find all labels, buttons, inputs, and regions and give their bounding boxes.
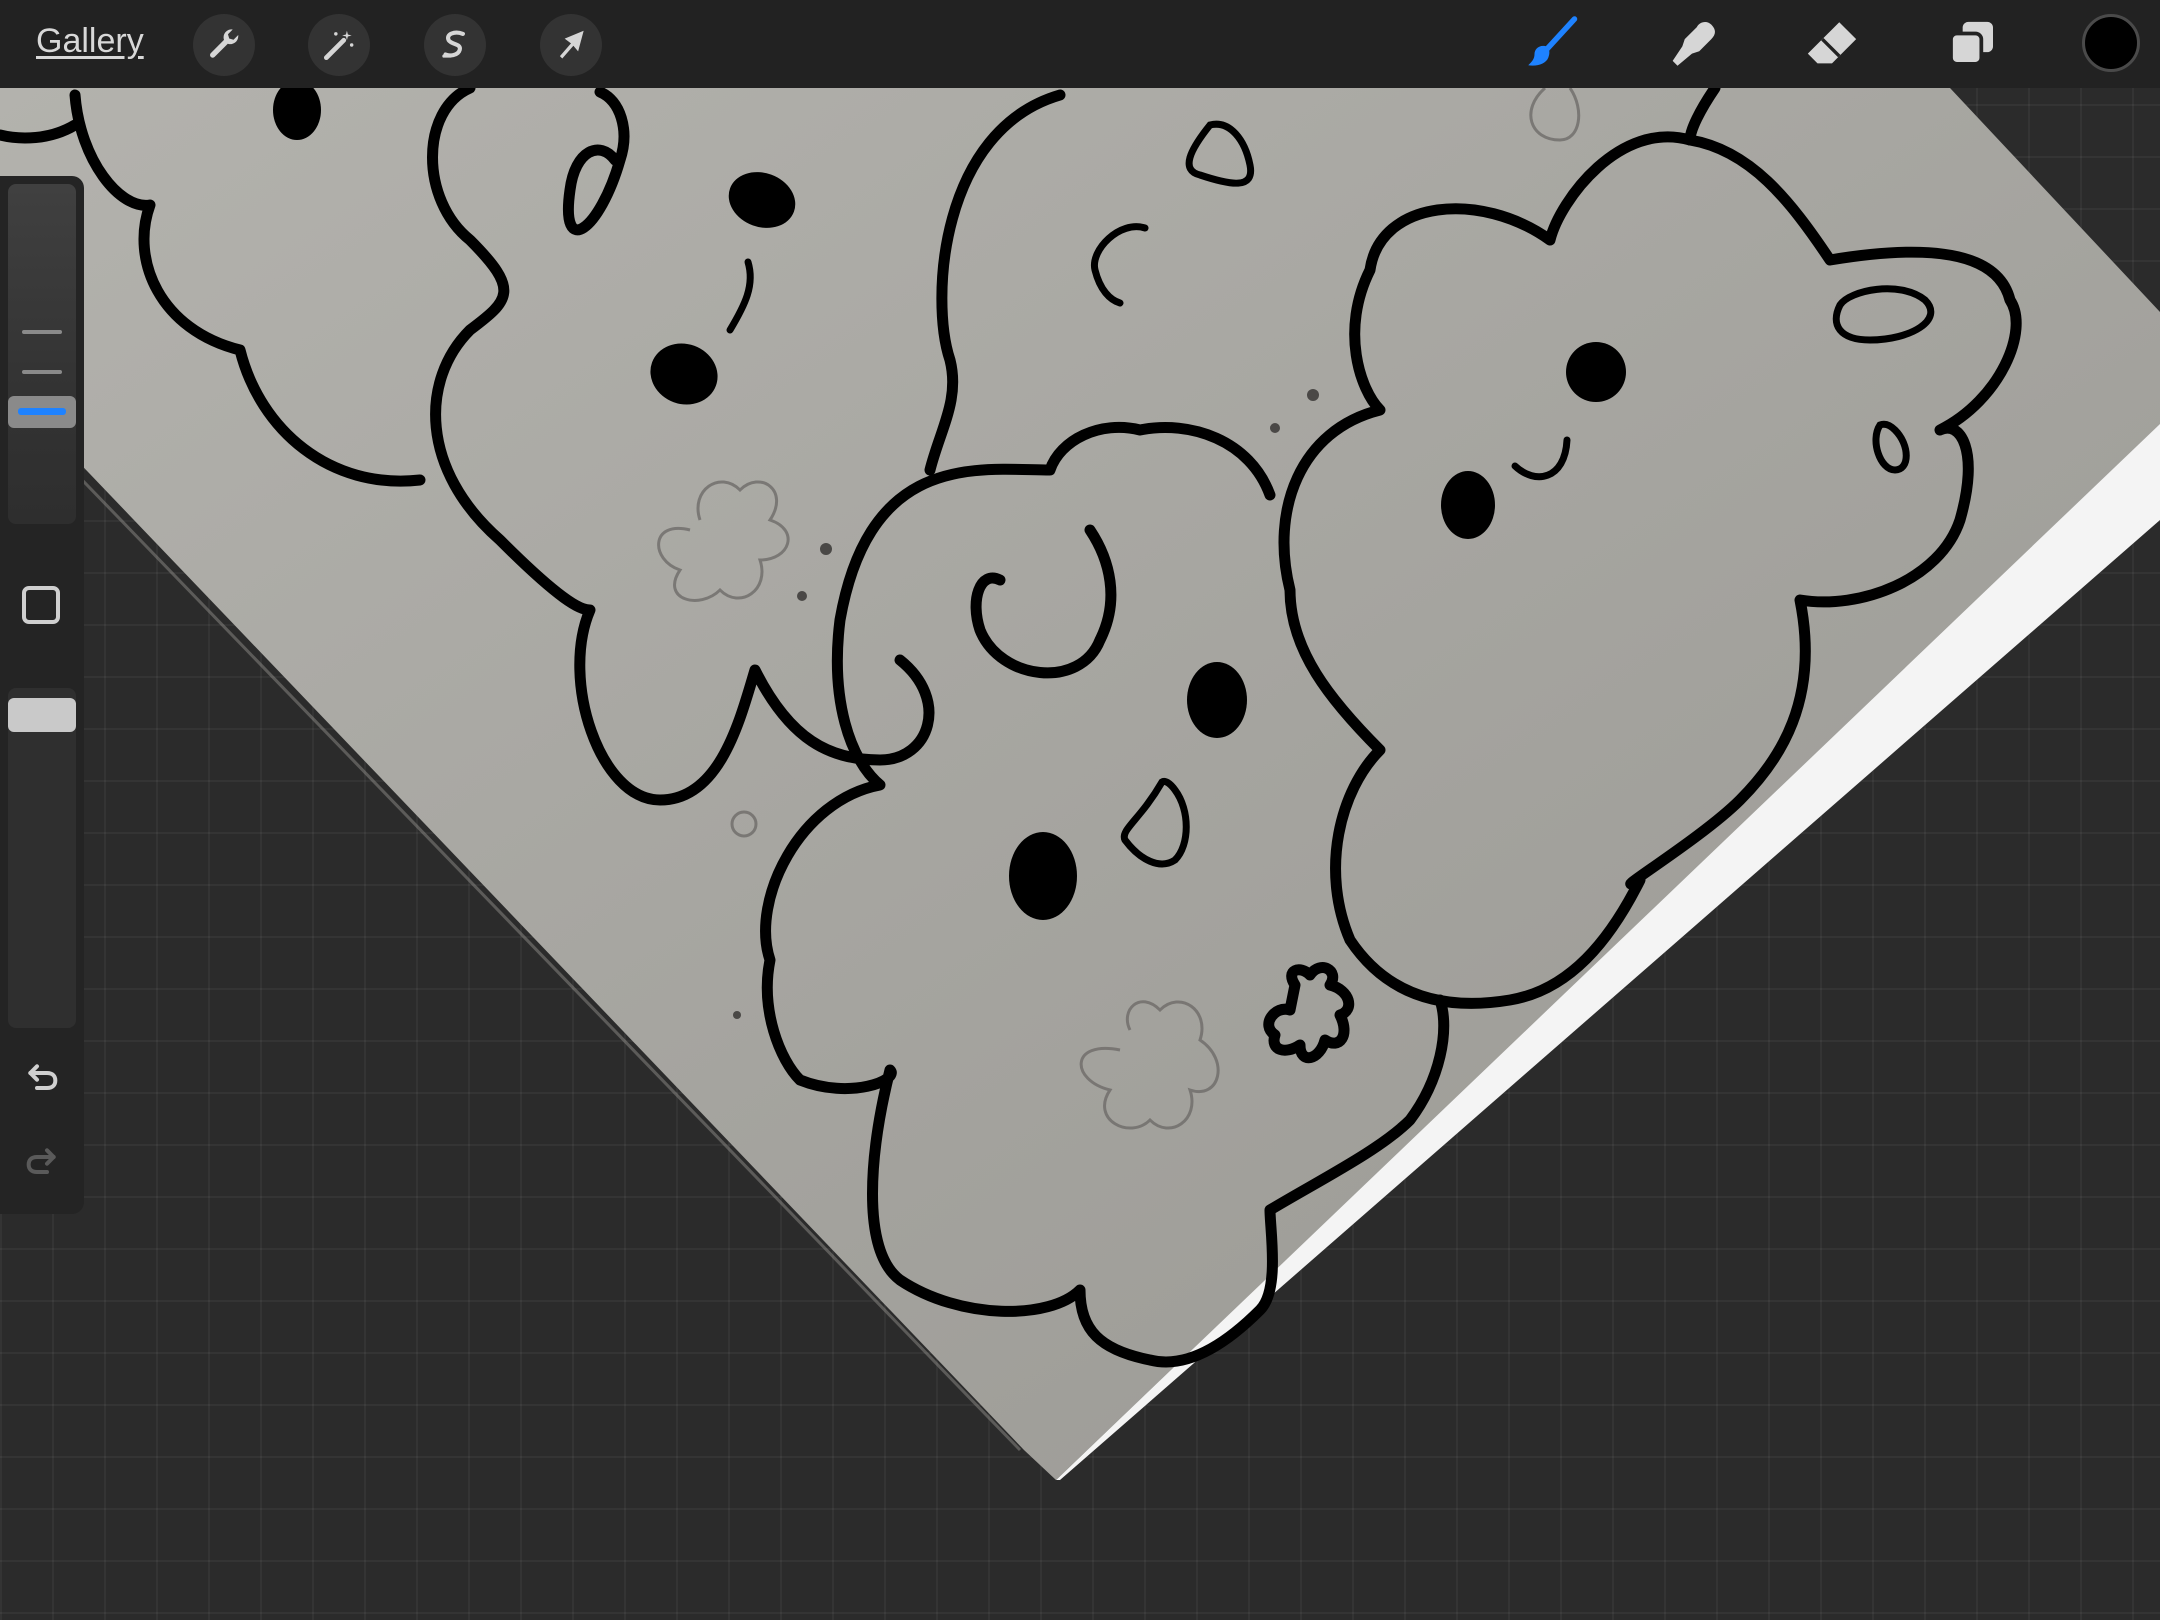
wrench-icon: [210, 29, 239, 58]
arrow-cursor-icon: [559, 30, 584, 59]
brush-tool-button[interactable]: [1520, 12, 1584, 76]
size-tick: [22, 330, 62, 334]
drawing-canvas[interactable]: [0, 88, 2160, 1620]
smudge-tool-button[interactable]: [1660, 12, 1724, 76]
magic-wand-icon: [323, 30, 354, 61]
selection-button[interactable]: [424, 14, 486, 76]
brush-opacity-slider[interactable]: [8, 688, 76, 1028]
gallery-button[interactable]: Gallery: [36, 22, 144, 61]
brush-opacity-handle[interactable]: [8, 698, 76, 732]
layers-icon: [1949, 21, 1993, 66]
color-picker-button[interactable]: [2082, 14, 2140, 72]
eraser-icon: [1807, 22, 1857, 64]
selection-s-icon: [442, 30, 465, 58]
size-tick: [22, 370, 62, 374]
smudge-finger-icon: [1672, 22, 1715, 66]
undo-button[interactable]: [20, 1056, 64, 1100]
brush-size-slider[interactable]: [8, 184, 76, 524]
redo-button[interactable]: [20, 1140, 64, 1184]
modify-button[interactable]: [22, 586, 60, 624]
transform-button[interactable]: [540, 14, 602, 76]
undo-arrow-icon: [28, 1064, 58, 1090]
actions-button[interactable]: [193, 14, 255, 76]
left-sidebar: [0, 176, 84, 1214]
layers-button[interactable]: [1940, 12, 2004, 76]
brush-size-handle[interactable]: [8, 396, 76, 428]
eraser-tool-button[interactable]: [1800, 12, 1864, 76]
adjustments-button[interactable]: [308, 14, 370, 76]
cloud-drawing-artwork: [0, 88, 2160, 1480]
top-toolbar: Gallery: [0, 0, 2160, 88]
redo-arrow-icon: [26, 1148, 56, 1174]
brush-icon: [1528, 16, 1578, 66]
